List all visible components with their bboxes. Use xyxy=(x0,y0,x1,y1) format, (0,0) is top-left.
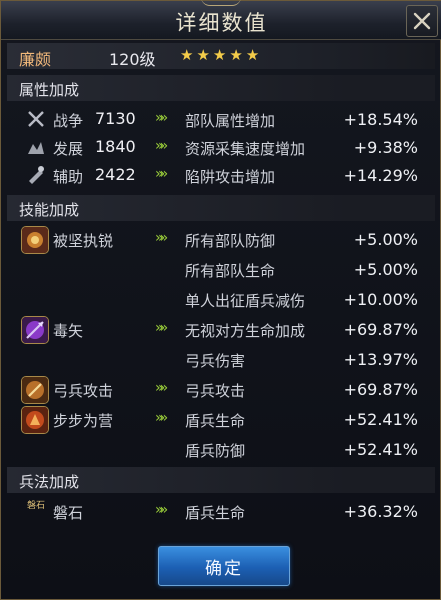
skill-pct: +5.00% xyxy=(353,260,418,279)
hero-bar: 廉颇 120级 ★ ★ ★ ★ ★ xyxy=(7,43,435,69)
section-title: 技能加成 xyxy=(19,201,80,219)
double-arrow-icon: »» xyxy=(155,110,168,126)
skill-row: 所有部队生命 +5.00% xyxy=(1,255,441,283)
develop-icon xyxy=(28,142,44,154)
skill-row: 步步为营 »» 盾兵生命 +52.41% xyxy=(1,405,441,434)
archer-attack-icon xyxy=(21,376,49,404)
attr-pct: +9.38% xyxy=(353,138,418,157)
skill-effect: 盾兵生命 xyxy=(185,412,246,430)
poison-arrow-icon xyxy=(21,316,49,344)
double-arrow-icon: »» xyxy=(155,320,168,336)
hero-level: 120级 xyxy=(109,50,156,69)
attr-row: 发展 1840 »» 资源采集速度增加 +9.38% xyxy=(1,133,441,161)
double-arrow-icon: »» xyxy=(155,380,168,396)
skill-pct: +69.87% xyxy=(343,380,418,399)
skill-label: 弓兵攻击 xyxy=(53,382,114,400)
star-icon: ★ xyxy=(212,46,227,64)
attr-label: 发展 xyxy=(53,140,84,158)
skill-row: 弓兵攻击 »» 弓兵攻击 +69.87% xyxy=(1,375,441,404)
skill-effect: 弓兵伤害 xyxy=(185,352,246,370)
title-bar: 详细数值 xyxy=(1,1,441,40)
hero-stars: ★ ★ ★ ★ ★ xyxy=(180,45,259,65)
attr-value: 1840 xyxy=(95,137,136,156)
attr-label: 辅助 xyxy=(53,168,84,186)
skill-row: 被坚执锐 »» 所有部队防御 +5.00% xyxy=(1,225,441,254)
title-ornament xyxy=(201,0,241,6)
skill-label: 步步为营 xyxy=(53,412,114,430)
rock-icon: 磐石 xyxy=(26,501,45,511)
skill-label: 毒矢 xyxy=(53,322,84,340)
confirm-button[interactable]: 确定 xyxy=(158,546,290,586)
double-arrow-icon: »» xyxy=(155,138,168,154)
skill-pct: +5.00% xyxy=(353,230,418,249)
tactic-effect: 盾兵生命 xyxy=(185,504,246,522)
skill-pct: +52.41% xyxy=(343,410,418,429)
war-icon xyxy=(28,111,44,127)
skill-pct: +69.87% xyxy=(343,320,418,339)
attr-effect: 资源采集速度增加 xyxy=(185,140,306,158)
skill-effect: 所有部队防御 xyxy=(185,232,276,250)
attr-row: 辅助 2422 »» 陷阱攻击增加 +14.29% xyxy=(1,161,441,189)
attr-value: 2422 xyxy=(95,165,136,184)
skill-effect: 盾兵防御 xyxy=(185,442,246,460)
skill-row: 单人出征盾兵减伤 +10.00% xyxy=(1,285,441,313)
attr-pct: +18.54% xyxy=(343,110,418,129)
attr-label: 战争 xyxy=(53,112,84,130)
double-arrow-icon: »» xyxy=(155,166,168,182)
double-arrow-icon: »» xyxy=(155,410,168,426)
section-tactic: 兵法加成 xyxy=(7,467,435,493)
skill-row: 弓兵伤害 +13.97% xyxy=(1,345,441,373)
attr-effect: 陷阱攻击增加 xyxy=(185,168,276,186)
section-skill: 技能加成 xyxy=(7,195,435,221)
attr-row: 战争 7130 »» 部队属性增加 +18.54% xyxy=(1,105,441,133)
star-icon: ★ xyxy=(229,46,243,64)
section-title: 兵法加成 xyxy=(19,473,80,491)
skill-effect: 单人出征盾兵减伤 xyxy=(185,292,306,310)
step-by-step-icon xyxy=(21,406,49,434)
window-title: 详细数值 xyxy=(175,11,268,35)
star-icon: ★ xyxy=(180,46,194,64)
close-button[interactable] xyxy=(406,5,438,37)
skill-pct: +13.97% xyxy=(343,350,418,369)
tactic-label: 磐石 xyxy=(53,504,84,522)
section-title: 属性加成 xyxy=(19,81,80,99)
tactic-row: 磐石 磐石 »» 盾兵生命 +36.32% xyxy=(1,497,441,525)
skill-pct: +10.00% xyxy=(343,290,418,309)
section-attr: 属性加成 xyxy=(7,75,435,101)
double-arrow-icon: »» xyxy=(155,502,168,518)
star-icon: ★ xyxy=(196,46,210,64)
attr-pct: +14.29% xyxy=(343,166,418,185)
skill-row: 盾兵防御 +52.41% xyxy=(1,435,441,463)
skill-pct: +52.41% xyxy=(343,440,418,459)
shield-skill-icon xyxy=(21,226,49,254)
tactic-pct: +36.32% xyxy=(343,502,418,521)
detail-panel: 详细数值 廉颇 120级 ★ ★ ★ ★ ★ 属性加成 战争 7130 »» 部… xyxy=(0,0,441,600)
star-icon: ★ xyxy=(245,46,260,64)
close-icon xyxy=(413,12,431,30)
hero-name: 廉颇 xyxy=(19,50,52,69)
skill-effect: 所有部队生命 xyxy=(185,262,276,280)
skill-effect: 弓兵攻击 xyxy=(185,382,246,400)
assist-icon xyxy=(29,166,44,184)
attr-value: 7130 xyxy=(95,109,136,128)
double-arrow-icon: »» xyxy=(155,230,168,246)
attr-effect: 部队属性增加 xyxy=(185,112,276,130)
skill-label: 被坚执锐 xyxy=(53,232,114,250)
skill-row: 毒矢 »» 无视对方生命加成 +69.87% xyxy=(1,315,441,344)
skill-effect: 无视对方生命加成 xyxy=(185,322,306,340)
